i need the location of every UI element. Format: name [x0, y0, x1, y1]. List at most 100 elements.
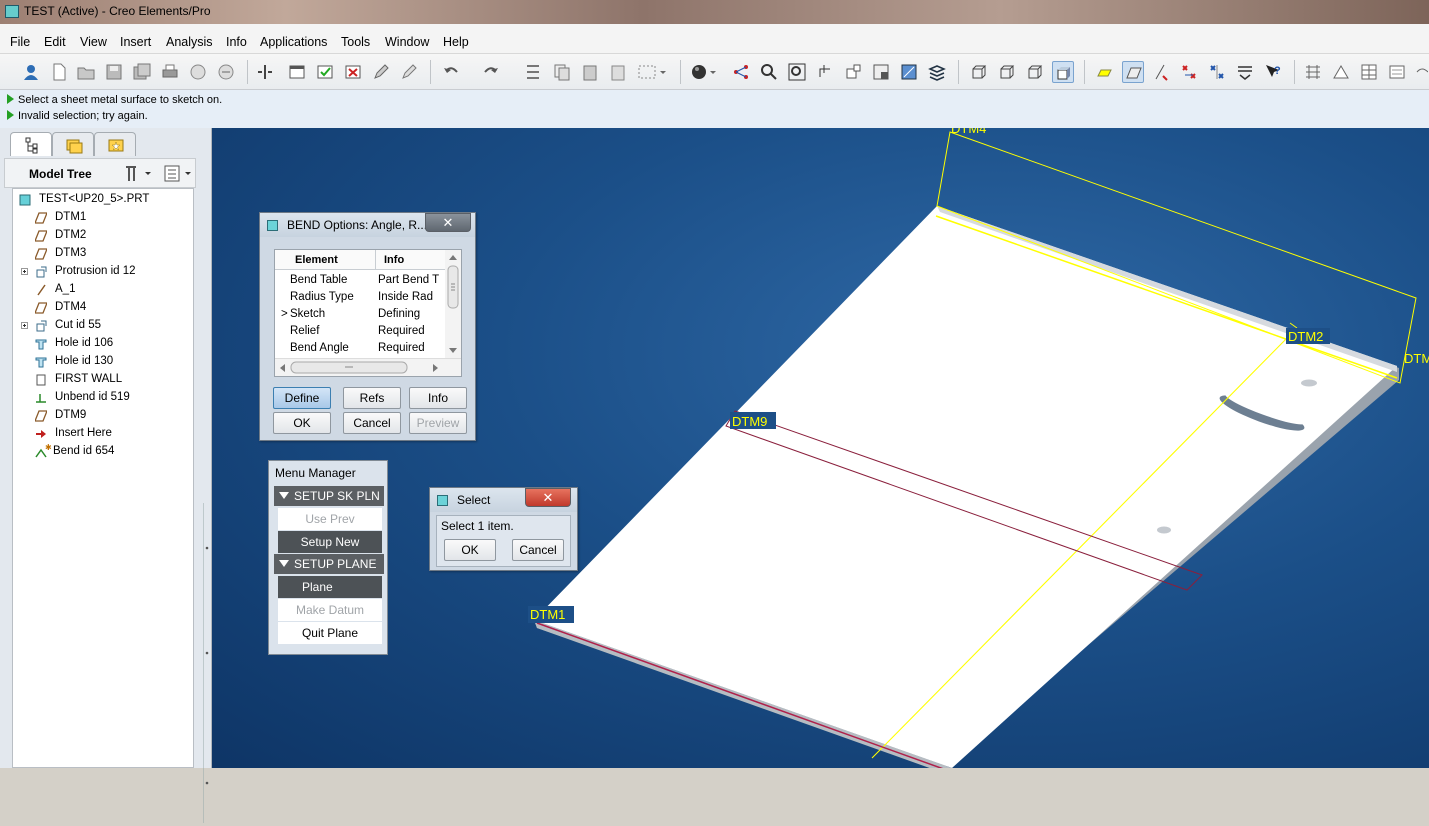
- edit-icon[interactable]: [370, 61, 392, 83]
- table-icon[interactable]: [1358, 61, 1380, 83]
- menu-tools[interactable]: Tools: [341, 35, 370, 49]
- menu-applications[interactable]: Applications: [260, 35, 327, 49]
- zoom-in-icon[interactable]: [758, 61, 780, 83]
- menu-file[interactable]: File: [10, 35, 30, 49]
- regen-icon[interactable]: [254, 61, 276, 83]
- tree-item[interactable]: FIRST WALL: [13, 371, 193, 389]
- cancel-button[interactable]: Cancel: [512, 539, 564, 561]
- save-icon[interactable]: [103, 61, 125, 83]
- shading-icon[interactable]: [688, 61, 724, 83]
- settings-tools-icon[interactable]: [123, 164, 153, 187]
- print-icon[interactable]: [159, 61, 181, 83]
- tree-item[interactable]: DTM1: [13, 209, 193, 227]
- tree-item[interactable]: DTM3: [13, 245, 193, 263]
- menu-section-setup-plane[interactable]: SETUP PLANE: [274, 554, 384, 574]
- tree-item[interactable]: ✱ Bend id 654: [13, 443, 193, 461]
- email-icon[interactable]: [187, 61, 209, 83]
- tree-item[interactable]: Hole id 130: [13, 353, 193, 371]
- define-button[interactable]: Define: [273, 387, 331, 409]
- info-button[interactable]: Info: [409, 387, 467, 409]
- copy-icon[interactable]: [551, 61, 573, 83]
- layers-icon[interactable]: [926, 61, 948, 83]
- tree-item[interactable]: TEST<UP20_5>.PRT: [13, 191, 193, 209]
- sheetmetal-wall-icon[interactable]: [1302, 61, 1324, 83]
- refit-icon[interactable]: [814, 61, 836, 83]
- activate-icon[interactable]: [314, 61, 336, 83]
- redo-icon[interactable]: [480, 61, 502, 83]
- table-row[interactable]: Bend Angle Required: [275, 341, 445, 358]
- horizontal-scrollbar[interactable]: [275, 358, 461, 376]
- new-file-icon[interactable]: [48, 61, 70, 83]
- menu-insert[interactable]: Insert: [120, 35, 151, 49]
- save-copy-icon[interactable]: [131, 61, 153, 83]
- tree-item[interactable]: Unbend id 519: [13, 389, 193, 407]
- menu-window[interactable]: Window: [385, 35, 429, 49]
- tree-item[interactable]: Hole id 106: [13, 335, 193, 353]
- menu-section-setup-sk-pln[interactable]: SETUP SK PLN: [274, 486, 384, 506]
- show-list-icon[interactable]: [163, 164, 193, 187]
- vertical-scrollbar[interactable]: [445, 250, 461, 358]
- email-link-icon[interactable]: [215, 61, 237, 83]
- tree-item[interactable]: DTM9: [13, 407, 193, 425]
- panel-splitter[interactable]: [202, 503, 211, 823]
- datum-planes-display-icon[interactable]: [1094, 61, 1116, 83]
- setup-new-item[interactable]: Setup New: [278, 531, 382, 553]
- wireframe-icon[interactable]: [968, 61, 990, 83]
- menu-info[interactable]: Info: [226, 35, 247, 49]
- use-prev-item[interactable]: Use Prev: [278, 508, 382, 530]
- rip-icon[interactable]: [1414, 61, 1428, 83]
- regenerate-icon[interactable]: [522, 61, 544, 83]
- refs-button[interactable]: Refs: [343, 387, 401, 409]
- selection-box-icon[interactable]: [635, 61, 671, 83]
- zoom-out-icon[interactable]: [786, 61, 808, 83]
- tab-favorites[interactable]: [94, 132, 136, 156]
- tab-folder-browser[interactable]: [52, 132, 94, 156]
- cancel-button[interactable]: Cancel: [343, 412, 401, 434]
- tree-item[interactable]: DTM4: [13, 299, 193, 317]
- help-icon[interactable]: ?: [1262, 61, 1284, 83]
- hidden-line-icon[interactable]: [996, 61, 1018, 83]
- table-row[interactable]: Relief Required: [275, 324, 445, 341]
- point-display-icon[interactable]: [1178, 61, 1200, 83]
- annotation-display-icon[interactable]: [1234, 61, 1256, 83]
- paste-icon[interactable]: [579, 61, 601, 83]
- shaded-mode-icon[interactable]: [1052, 61, 1074, 83]
- edit-def-icon[interactable]: [398, 61, 420, 83]
- view-manager-icon[interactable]: [898, 61, 920, 83]
- menu-view[interactable]: View: [80, 35, 107, 49]
- expand-icon[interactable]: [21, 322, 28, 329]
- close-button[interactable]: ✕: [425, 213, 471, 232]
- expand-icon[interactable]: [21, 268, 28, 275]
- menu-edit[interactable]: Edit: [44, 35, 66, 49]
- quit-plane-item[interactable]: Quit Plane: [278, 622, 382, 644]
- plane-item[interactable]: Plane: [278, 576, 382, 598]
- datum-axes-display-icon[interactable]: [1122, 61, 1144, 83]
- ok-button[interactable]: OK: [273, 412, 331, 434]
- flat-wall-icon[interactable]: [1330, 61, 1352, 83]
- ok-button[interactable]: OK: [444, 539, 496, 561]
- table-row[interactable]: Bend Table Part Bend T: [275, 273, 445, 290]
- make-datum-item[interactable]: Make Datum: [278, 599, 382, 621]
- new-user-icon[interactable]: [20, 61, 42, 83]
- undo-icon[interactable]: [440, 61, 462, 83]
- menu-help[interactable]: Help: [443, 35, 469, 49]
- table-row[interactable]: > Sketch Defining: [275, 307, 445, 324]
- form-icon[interactable]: [1386, 61, 1408, 83]
- menu-analysis[interactable]: Analysis: [166, 35, 213, 49]
- preview-button[interactable]: Preview: [409, 412, 467, 434]
- saved-views-icon[interactable]: [870, 61, 892, 83]
- close-window-icon[interactable]: [342, 61, 364, 83]
- no-hidden-icon[interactable]: [1024, 61, 1046, 83]
- table-row[interactable]: Radius Type Inside Rad: [275, 290, 445, 307]
- tab-model-tree[interactable]: [10, 132, 52, 156]
- datum-points-display-icon[interactable]: [1150, 61, 1172, 83]
- tree-item[interactable]: Insert Here: [13, 425, 193, 443]
- tree-item[interactable]: A_1: [13, 281, 193, 299]
- csys-display-icon[interactable]: [1206, 61, 1228, 83]
- reorient-icon[interactable]: [842, 61, 864, 83]
- window-icon[interactable]: [286, 61, 308, 83]
- paste-special-icon[interactable]: [607, 61, 629, 83]
- datum-point-icon[interactable]: [730, 61, 752, 83]
- tree-item[interactable]: Protrusion id 12: [13, 263, 193, 281]
- tree-item[interactable]: DTM2: [13, 227, 193, 245]
